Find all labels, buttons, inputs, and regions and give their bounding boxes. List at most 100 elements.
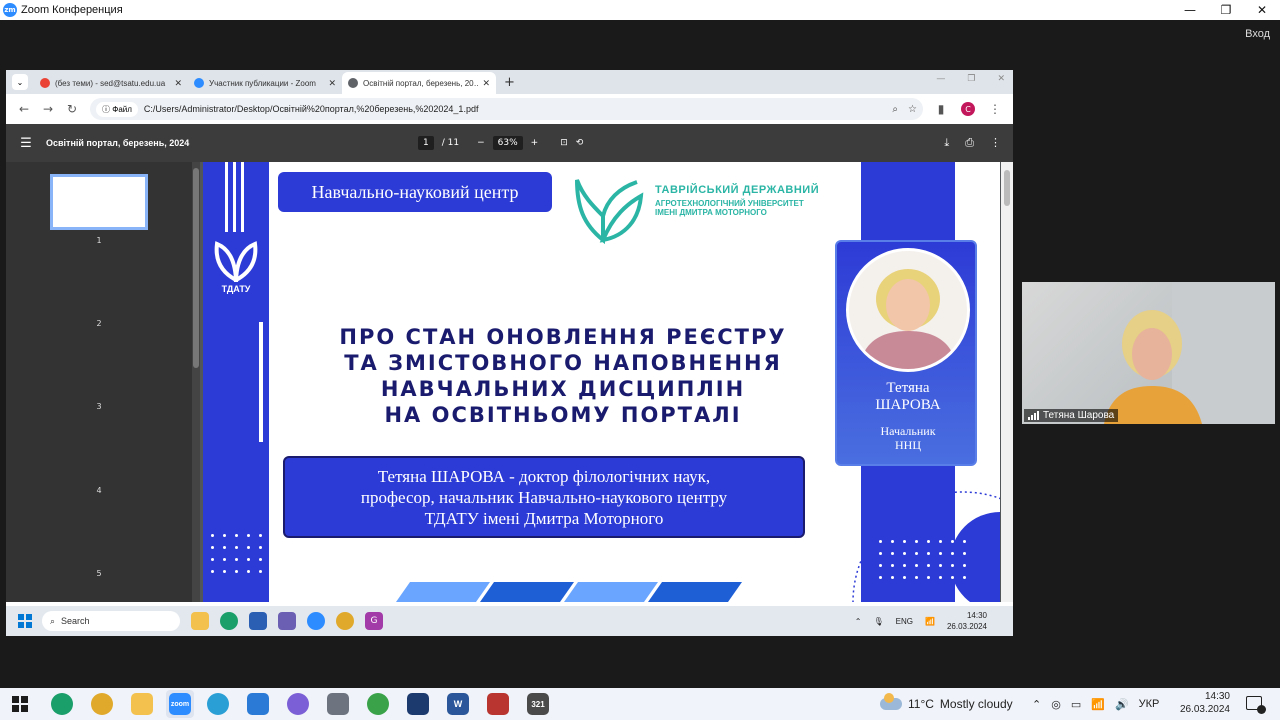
university-line-1: ТАВРІЙСЬКИЙ ДЕРЖАВНИЙ xyxy=(655,184,820,196)
viber-icon[interactable] xyxy=(287,693,309,715)
tab-gmail[interactable]: (без теми) - sed@tsatu.edu.ua ✕ xyxy=(34,72,188,94)
wifi-icon[interactable]: 📶 xyxy=(925,617,935,626)
tab-pdf[interactable]: Освітній портал, березень, 20… ✕ xyxy=(342,72,496,94)
file-chip[interactable]: ⓘ Файл xyxy=(96,101,138,117)
telegram-icon[interactable] xyxy=(207,693,229,715)
zoom-in-icon[interactable]: + xyxy=(531,138,539,148)
file-explorer-icon[interactable] xyxy=(191,612,209,630)
utorrent-icon[interactable] xyxy=(367,693,389,715)
title-line: НАВЧАЛЬНИХ ДИСЦИПЛІН xyxy=(380,377,746,401)
zoom-magnifier-icon[interactable]: ⌕ xyxy=(892,104,898,115)
shared-clock[interactable]: 14:30 26.03.2024 xyxy=(947,610,987,632)
university-logo-icon xyxy=(575,179,644,245)
profile-avatar[interactable]: C xyxy=(961,102,975,116)
page-scrollbar[interactable] xyxy=(1001,162,1013,602)
windows-start-icon[interactable] xyxy=(12,696,28,712)
app-g-icon[interactable]: G xyxy=(365,612,383,630)
globe-icon xyxy=(348,78,358,88)
forward-arrow-icon[interactable]: → xyxy=(36,102,60,116)
pdf-actions: ⤓ ⎙ ⋮ xyxy=(944,136,1001,150)
zoom-out-icon[interactable]: − xyxy=(477,138,485,148)
weather-widget[interactable]: 11°C Mostly cloudy xyxy=(880,688,1013,720)
speaker-role-line: ННЦ xyxy=(895,438,921,452)
windows-start-icon[interactable] xyxy=(18,614,32,628)
close-icon[interactable]: ✕ xyxy=(482,78,490,89)
back-arrow-icon[interactable]: ← xyxy=(12,102,36,116)
word-icon[interactable]: W xyxy=(447,693,469,715)
participant-video[interactable]: Тетяна Шарова xyxy=(1022,282,1275,424)
chrome-icon[interactable] xyxy=(91,693,113,715)
rotate-icon[interactable]: ⟲ xyxy=(576,138,584,148)
zoom-taskbar-item[interactable]: zoom xyxy=(166,690,194,718)
menu-kebab-icon[interactable]: ⋮ xyxy=(983,102,1007,116)
taskbar-search[interactable]: ⌕ Search xyxy=(42,611,180,631)
thumbnail-number[interactable]: 5 xyxy=(6,569,192,578)
save-icon[interactable] xyxy=(278,612,296,630)
network-icon[interactable]: 📶 xyxy=(1091,698,1105,711)
search-icon: ⌕ xyxy=(50,615,56,626)
close-button[interactable]: ✕ xyxy=(1244,0,1280,20)
thumbnail-number[interactable]: 4 xyxy=(6,486,192,495)
system-clock[interactable]: 14:30 26.03.2024 xyxy=(1178,690,1230,716)
wheat-logo-icon xyxy=(214,241,258,282)
new-tab-button[interactable]: + xyxy=(504,75,515,90)
chevron-up-icon[interactable]: ⌃ xyxy=(855,617,862,626)
fit-page-icon[interactable]: ⊡ xyxy=(560,138,568,148)
notification-icon[interactable] xyxy=(1246,696,1266,714)
store-icon[interactable] xyxy=(249,612,267,630)
hamburger-menu-icon[interactable]: ☰ xyxy=(6,136,46,151)
edge-icon[interactable] xyxy=(220,612,238,630)
speaker-photo xyxy=(846,248,970,372)
clock-date: 26.03.2024 xyxy=(1179,704,1230,715)
center-badge: Навчально-науковий центр xyxy=(278,172,552,212)
speaker-first-name: Тетяна xyxy=(886,380,930,396)
language-indicator[interactable]: ENG xyxy=(896,617,913,626)
edge-icon[interactable] xyxy=(51,693,73,715)
page-number-input[interactable]: 1 xyxy=(418,136,434,150)
windows-taskbar: zoom W 321 11°C Mostly cloudy ⌃ ◎ ▭ 📶 🔊 … xyxy=(0,688,1280,720)
file-explorer-icon[interactable] xyxy=(131,693,153,715)
language-indicator[interactable]: УКР xyxy=(1139,698,1160,710)
zoom-icon xyxy=(194,78,204,88)
tab-search-icon[interactable]: ⌄ xyxy=(12,74,28,90)
close-icon[interactable]: ✕ xyxy=(174,78,182,89)
download-icon[interactable]: ⤓ xyxy=(944,136,949,150)
winrar-icon[interactable] xyxy=(487,693,509,715)
reload-icon[interactable]: ↻ xyxy=(60,102,84,116)
microphone-icon[interactable]: 🎙 xyxy=(873,617,883,626)
maximize-button[interactable]: ❐ xyxy=(1208,0,1244,20)
tab-label: Участник публикации - Zoom xyxy=(209,78,316,88)
thumbnail-number[interactable]: 3 xyxy=(6,402,192,411)
thumbnail-page-1[interactable] xyxy=(50,174,148,230)
pdf-toolbar: ☰ Освітній портал, березень, 2024 1 / 11… xyxy=(6,124,1013,162)
close-icon[interactable]: ✕ xyxy=(328,78,336,89)
calculator-icon[interactable] xyxy=(327,693,349,715)
security-shield-icon[interactable] xyxy=(407,693,429,715)
tab-zoom[interactable]: Участник публикации - Zoom ✕ xyxy=(188,72,342,94)
minimize-icon[interactable]: — xyxy=(936,74,945,84)
thumbnail-number[interactable]: 2 xyxy=(6,319,192,328)
url-input[interactable]: ⓘ Файл C:/Users/Administrator/Desktop/Ос… xyxy=(90,98,923,120)
divider xyxy=(259,322,263,442)
slide-page: ТДАТУ Навчально-науковий центр ТАВРІЙСЬК… xyxy=(203,162,1000,602)
login-button[interactable]: Вход xyxy=(1245,28,1270,40)
meet-now-icon[interactable]: ◎ xyxy=(1051,698,1061,711)
close-icon[interactable]: ✕ xyxy=(997,74,1005,84)
side-panel-icon[interactable]: ▮ xyxy=(929,102,953,116)
zoom-icon[interactable] xyxy=(307,612,325,630)
print-icon[interactable]: ⎙ xyxy=(965,136,974,150)
bookmark-star-icon[interactable]: ☆ xyxy=(908,104,917,115)
calendar-app-icon[interactable]: 321 xyxy=(527,693,549,715)
minimize-button[interactable]: — xyxy=(1172,0,1208,20)
thumbnail-scrollbar[interactable] xyxy=(192,162,200,602)
clock-time: 14:30 xyxy=(1204,691,1230,702)
chevron-up-icon[interactable]: ⌃ xyxy=(1032,698,1041,711)
battery-icon[interactable]: ▭ xyxy=(1071,698,1081,711)
chrome-icon[interactable] xyxy=(336,612,354,630)
zoom-level[interactable]: 63% xyxy=(492,136,523,150)
volume-icon[interactable]: 🔊 xyxy=(1115,698,1129,711)
restore-icon[interactable]: ❐ xyxy=(967,74,975,84)
more-options-icon[interactable]: ⋮ xyxy=(990,136,1001,150)
mail-icon[interactable] xyxy=(247,693,269,715)
participant-video-frame xyxy=(1104,282,1275,424)
